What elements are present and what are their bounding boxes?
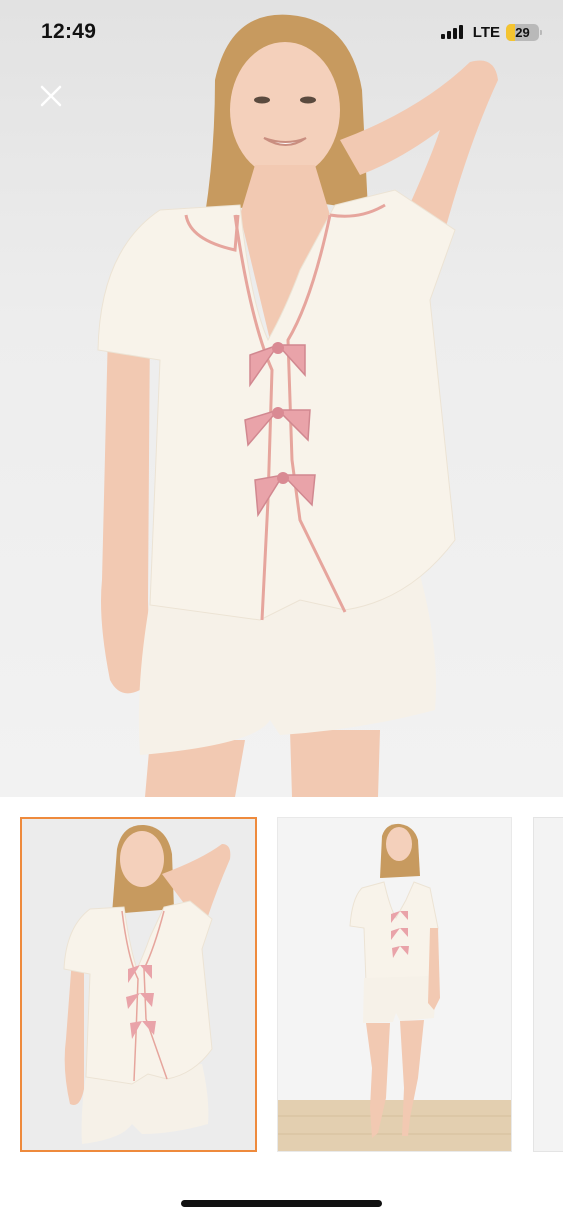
home-indicator[interactable]	[181, 1200, 382, 1207]
thumbnail-1[interactable]	[20, 817, 257, 1152]
close-icon	[40, 85, 62, 107]
signal-icon	[440, 25, 463, 39]
status-time: 12:49	[41, 20, 97, 43]
battery-level: 29	[515, 24, 530, 40]
product-image[interactable]	[0, 0, 563, 797]
thumbnail-fullbody-image	[278, 823, 511, 1151]
close-button[interactable]	[34, 79, 68, 113]
battery-icon: 29	[506, 23, 542, 41]
thumbnail-strip[interactable]	[0, 817, 563, 1152]
thumbnail-3[interactable]	[533, 817, 563, 1152]
thumbnail-2[interactable]	[277, 817, 512, 1152]
network-type: LTE	[472, 23, 500, 41]
status-bar: 12:49 LTE 29	[0, 0, 563, 64]
thumbnail-front-image	[63, 824, 231, 1144]
status-indicators: LTE 29	[440, 23, 542, 41]
model-illustration	[97, 14, 498, 797]
